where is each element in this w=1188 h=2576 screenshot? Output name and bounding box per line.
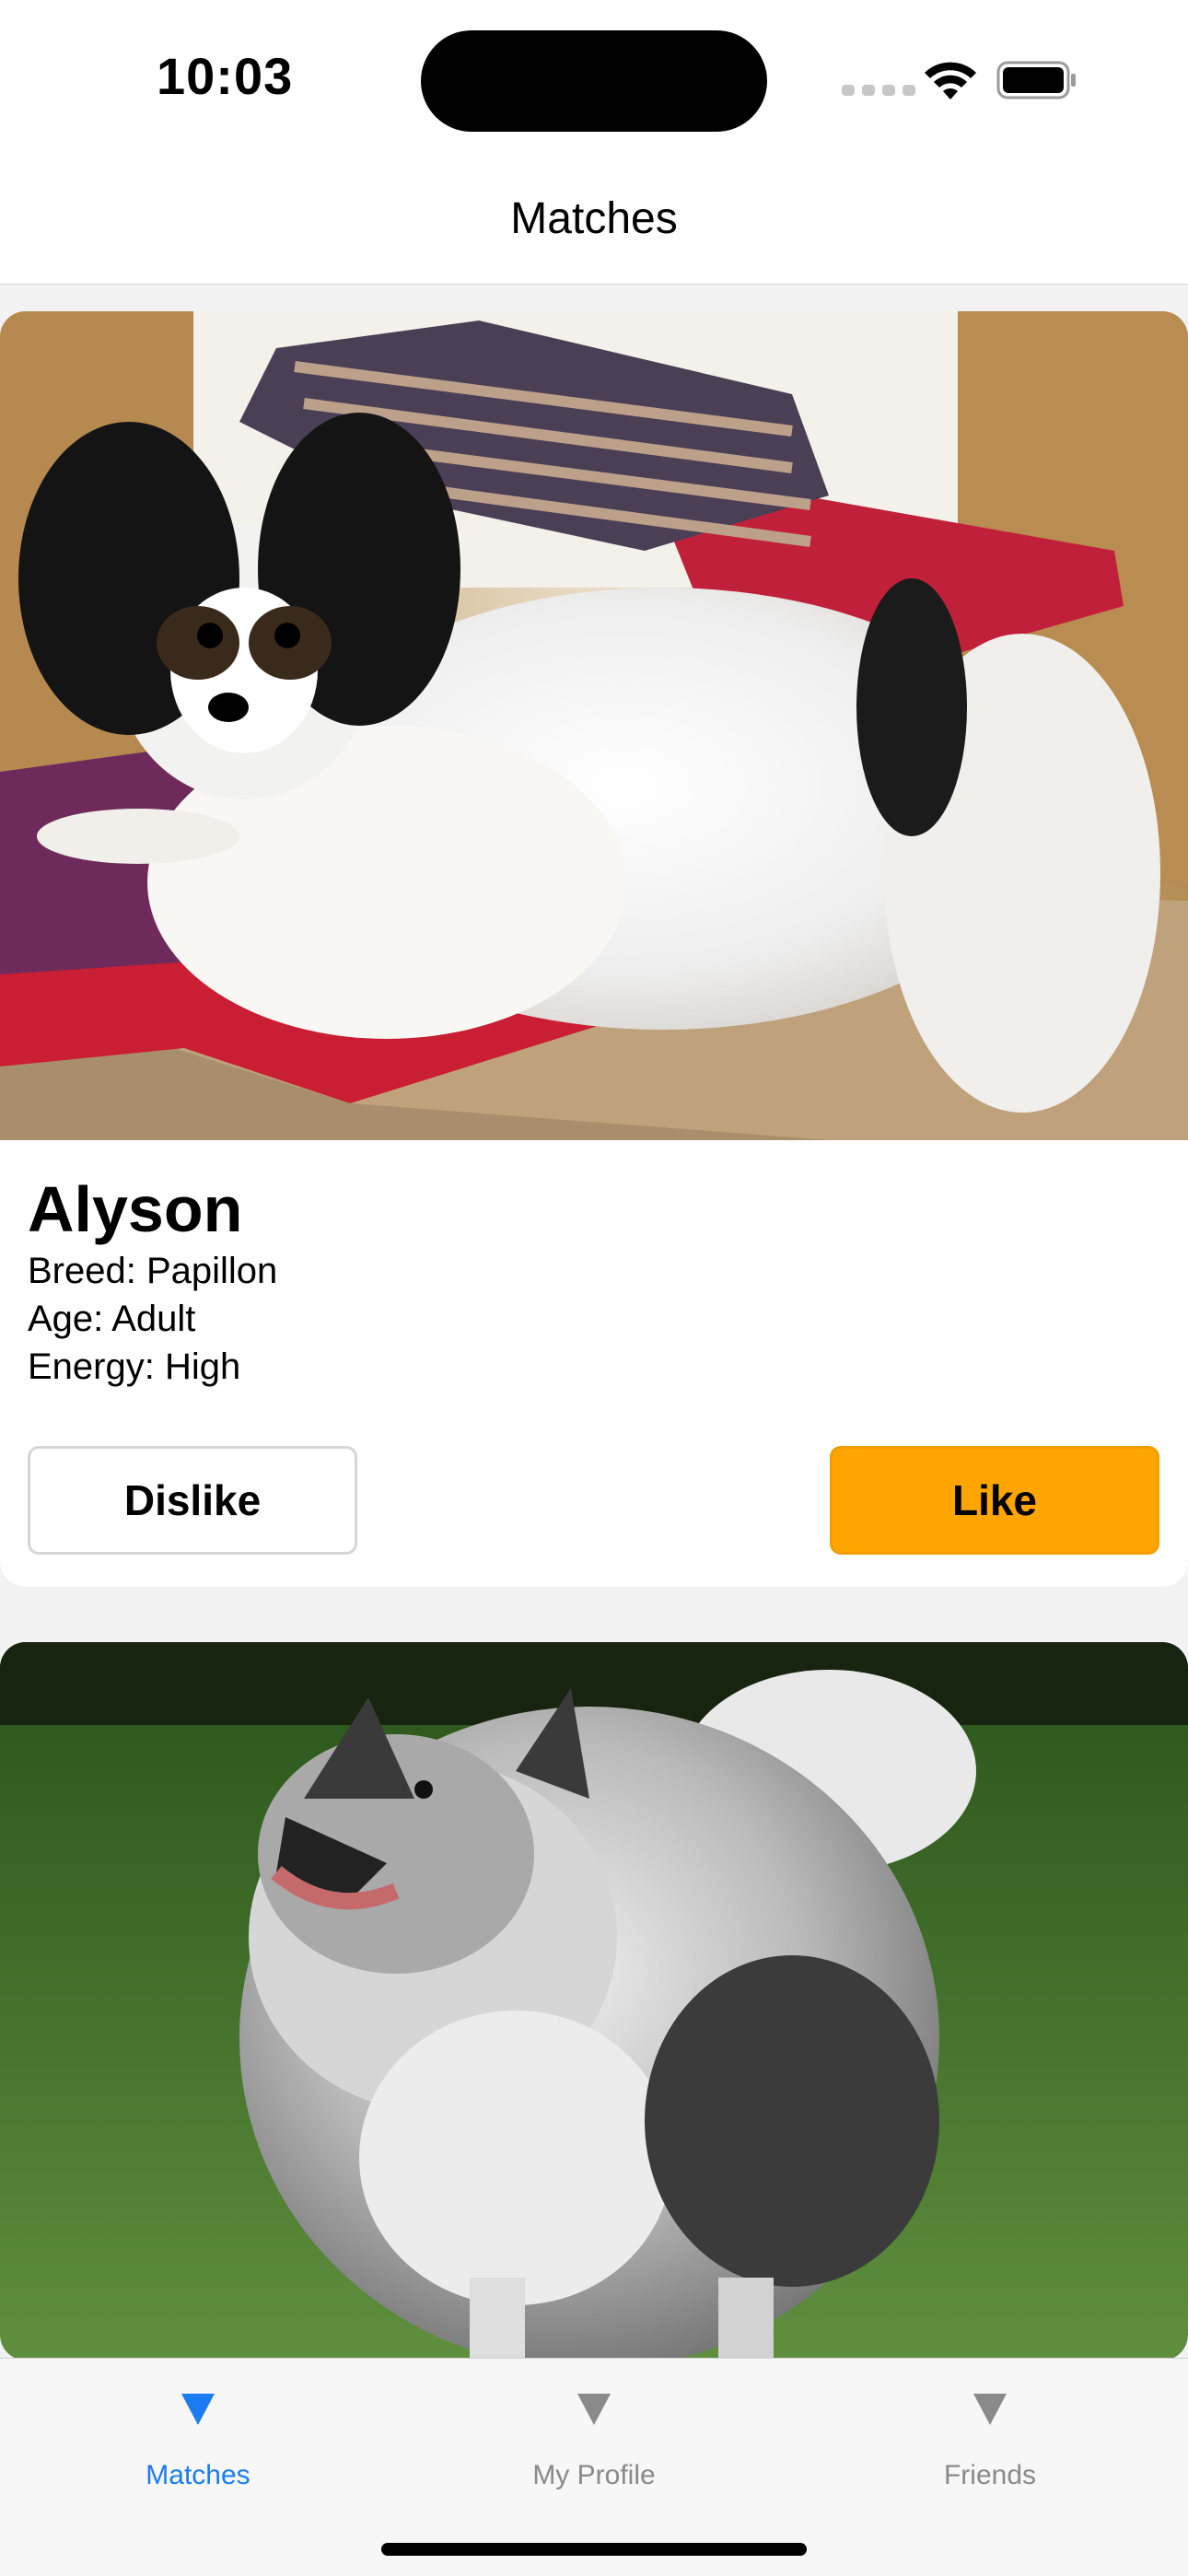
dynamic-island: [421, 30, 767, 132]
tab-matches[interactable]: Matches: [0, 2359, 396, 2506]
navigation-bar: Matches: [0, 157, 1188, 285]
status-bar: 10:03: [0, 0, 1188, 157]
tab-label: Matches: [146, 2460, 250, 2490]
dog-breed: Breed: Papillon: [28, 1251, 278, 1291]
match-card: Alyson Breed: Papillon Age: Adult Energy…: [0, 311, 1188, 1587]
dog-photo: [0, 1642, 1188, 2360]
page-title: Matches: [510, 194, 678, 243]
dog-photo: [0, 311, 1188, 1140]
wifi-icon: [925, 62, 976, 99]
cellular-signal-icon: [842, 85, 915, 96]
tab-label: Friends: [943, 2460, 1037, 2490]
status-time: 10:03: [157, 47, 294, 105]
tab-my-profile[interactable]: My Profile: [396, 2359, 792, 2506]
dislike-button[interactable]: Dislike: [28, 1446, 357, 1555]
battery-icon: [996, 61, 1076, 99]
home-indicator: [381, 2543, 807, 2556]
dog-name: Alyson: [28, 1173, 243, 1245]
like-button[interactable]: Like: [830, 1446, 1159, 1555]
tab-label: My Profile: [532, 2460, 656, 2490]
dog-energy: Energy: High: [28, 1346, 241, 1387]
triangle-down-icon: [973, 2394, 1007, 2425]
tab-friends[interactable]: Friends: [792, 2359, 1188, 2506]
triangle-down-icon: [577, 2394, 611, 2425]
match-card: [0, 1642, 1188, 2360]
dog-age: Age: Adult: [28, 1299, 196, 1339]
triangle-down-icon: [181, 2394, 215, 2425]
